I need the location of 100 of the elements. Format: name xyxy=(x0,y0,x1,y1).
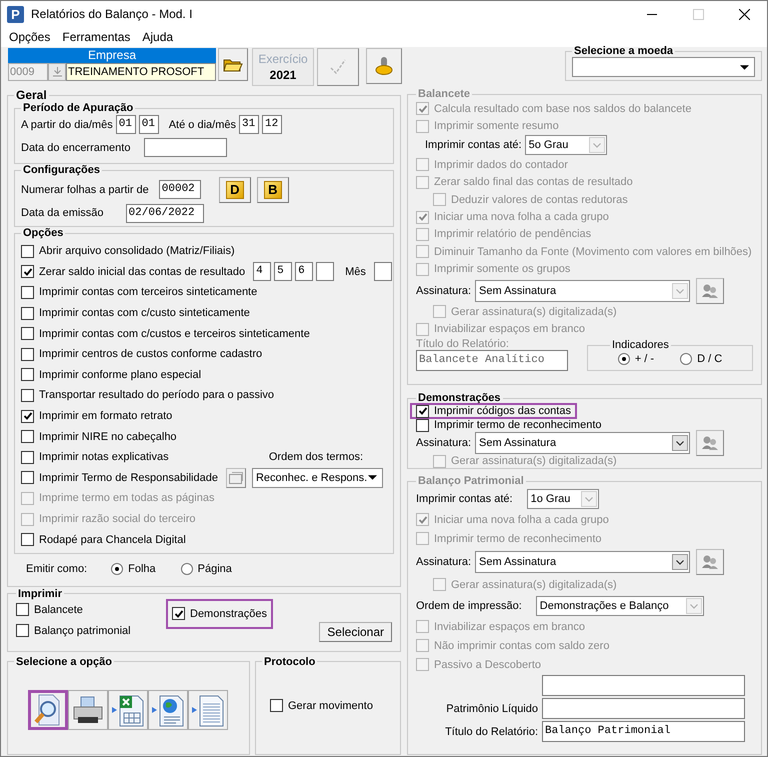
dropdown[interactable]: Sem Assinatura xyxy=(475,432,690,454)
checkbox[interactable] xyxy=(416,418,429,432)
day-field[interactable]: 01 xyxy=(116,115,136,134)
checkbox[interactable] xyxy=(21,450,34,464)
checkbox[interactable] xyxy=(270,699,283,712)
checkbox-label[interactable]: Imprimir conforme plano especial xyxy=(39,368,202,381)
select-button[interactable]: Selecionar xyxy=(319,622,392,642)
spreadsheet-icon xyxy=(111,692,145,727)
radio-label[interactable]: Folha xyxy=(128,562,156,575)
checkbox[interactable] xyxy=(21,368,34,382)
checkbox-label[interactable]: Imprimir contas com terceiros sinteticamente xyxy=(39,286,258,298)
checkbox-label[interactable]: Imprimir notas explicativas xyxy=(39,451,169,464)
date-field[interactable] xyxy=(144,138,228,157)
field-label: Data da emissão xyxy=(21,207,104,219)
lookup-button[interactable] xyxy=(48,63,66,81)
menu-item[interactable]: Opções xyxy=(3,30,56,44)
checkbox-label[interactable]: Imprimir termo de reconhecimento xyxy=(434,419,602,431)
signature-button[interactable] xyxy=(696,430,724,456)
field-label: Título do Relatório: xyxy=(416,338,510,350)
text-field[interactable] xyxy=(542,675,745,696)
signature-button[interactable] xyxy=(696,548,724,574)
checkbox-label[interactable]: Rodapé para Chancela Digital xyxy=(39,534,186,546)
checkbox[interactable] xyxy=(21,306,34,320)
checkbox-label[interactable]: Zerar saldo inicial das contas de resultado xyxy=(39,266,246,278)
checkbox[interactable] xyxy=(16,624,29,638)
checkbox[interactable] xyxy=(21,430,34,444)
field-label: Título do Relatório: xyxy=(445,726,538,738)
currency-dropdown[interactable] xyxy=(572,57,755,77)
caret-icon xyxy=(686,598,702,614)
checkbox[interactable] xyxy=(21,286,34,299)
globe-icon xyxy=(151,692,185,727)
radio-button[interactable] xyxy=(111,562,124,575)
fiscal-year-box: Exercício 2021 xyxy=(252,48,314,86)
checkbox-label[interactable]: Imprimir contas com c/custos e terceiros sinteticamente xyxy=(39,328,310,340)
dropdown[interactable]: Reconhec. e Respons. xyxy=(252,468,383,488)
checkbox[interactable] xyxy=(21,265,34,278)
number-field[interactable]: 4 xyxy=(253,262,272,282)
number-field[interactable]: 6 xyxy=(295,262,314,282)
checkbox-label[interactable]: Demonstrações xyxy=(190,608,268,620)
month-field[interactable]: 01 xyxy=(138,115,159,134)
company-name-field[interactable]: TREINAMENTO PROSOFT xyxy=(66,63,216,81)
checkbox-label[interactable]: Imprimir centros de custos conforme cadastro xyxy=(39,348,262,360)
confirm-button[interactable] xyxy=(317,48,359,86)
checkbox-label[interactable]: Imprimir contas com c/custo sinteticamente xyxy=(39,307,250,320)
company-header: Empresa xyxy=(8,48,216,63)
checkbox-label[interactable]: Imprimir códigos das contas xyxy=(434,405,571,417)
close-icon xyxy=(738,8,750,20)
checkbox[interactable] xyxy=(21,471,34,484)
month-field[interactable] xyxy=(374,262,392,282)
section-title: Geral xyxy=(15,88,48,102)
output-option-button[interactable] xyxy=(68,690,108,730)
checkbox-label[interactable]: Imprimir NIRE no cabeçalho xyxy=(39,430,177,443)
checkbox[interactable] xyxy=(21,410,34,423)
field-label: Numerar folhas a partir de xyxy=(21,184,149,196)
section-title: Balanço Patrimonial xyxy=(417,475,525,487)
window-icon xyxy=(228,472,243,484)
field-label: Ordem dos termos: xyxy=(268,451,363,464)
checkbox-label[interactable]: Imprimir em formato retrato xyxy=(39,410,172,422)
section-title: Selecione a moeda xyxy=(573,45,674,57)
day-field[interactable]: 31 xyxy=(238,115,259,134)
field-label: Imprimir contas até: xyxy=(416,492,513,504)
checkbox[interactable] xyxy=(172,607,185,620)
section-title: Período de Apuração xyxy=(22,102,134,114)
number-field[interactable]: 5 xyxy=(274,262,292,282)
radio-button[interactable] xyxy=(180,562,193,575)
stamp-button[interactable] xyxy=(366,48,402,84)
checkbox-label[interactable]: Abrir arquivo consolidado (Matriz/Filiais) xyxy=(39,245,235,258)
preview-button[interactable] xyxy=(226,468,246,488)
number-field[interactable] xyxy=(316,262,334,282)
field-label: Ordem de impressão: xyxy=(416,600,522,612)
menu-item[interactable]: Ajuda xyxy=(136,30,180,44)
checkbox-label[interactable]: Imprimir Termo de Responsabilidade xyxy=(39,472,218,484)
checkbox-label[interactable]: Transportar resultado do período para o passivo xyxy=(39,389,274,402)
checkbox[interactable] xyxy=(21,388,34,402)
checkbox[interactable] xyxy=(21,348,34,361)
caret-icon xyxy=(740,64,749,70)
letter-button[interactable]: B xyxy=(256,176,289,202)
section-title: Indicadores xyxy=(611,339,670,352)
section-title: Demonstrações xyxy=(417,392,502,404)
open-button[interactable] xyxy=(218,48,248,81)
section-title: Imprimir xyxy=(17,588,64,600)
checkbox[interactable] xyxy=(416,404,429,418)
text-field[interactable] xyxy=(542,698,745,719)
checkbox-label[interactable]: Balanço patrimonial xyxy=(34,624,131,637)
radio-label[interactable]: Página xyxy=(198,562,232,575)
checkbox[interactable] xyxy=(21,244,34,258)
checkbox[interactable] xyxy=(21,533,34,546)
checkbox[interactable] xyxy=(21,327,34,340)
field-label: Assinatura: xyxy=(416,556,472,568)
page-number-field[interactable]: 00002 xyxy=(158,180,201,199)
letter-button[interactable]: D xyxy=(218,176,251,202)
users-icon xyxy=(701,282,720,299)
field-label: Data do encerramento xyxy=(21,142,130,154)
month-field[interactable]: 12 xyxy=(262,115,282,134)
date-field[interactable]: 02/06/2022 xyxy=(126,204,204,222)
checkbox-label[interactable]: Gerar movimento xyxy=(288,700,373,712)
signature-button[interactable] xyxy=(696,278,724,304)
checkbox-label[interactable]: Balancete xyxy=(34,604,83,616)
checkbox[interactable] xyxy=(16,603,29,616)
menu-item[interactable]: Ferramentas xyxy=(56,30,136,44)
